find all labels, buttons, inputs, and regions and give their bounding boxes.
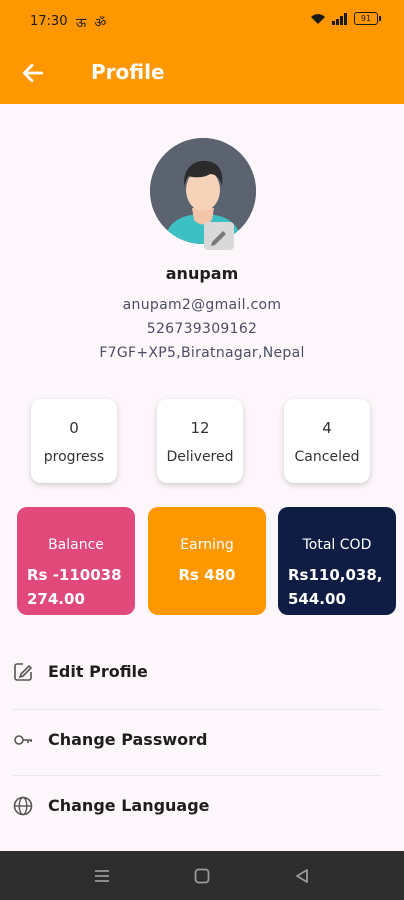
divider: [12, 775, 382, 776]
menu-icon[interactable]: [93, 867, 111, 885]
change-password-item[interactable]: Change Password: [0, 711, 404, 771]
menu-label: Change Language: [48, 796, 210, 815]
total-cod-card[interactable]: Total COD Rs110,038, 544.00: [278, 507, 396, 615]
back-triangle-icon[interactable]: [293, 867, 311, 885]
earning-value: Rs 480: [178, 566, 236, 584]
key-icon: [14, 735, 32, 745]
divider: [12, 709, 382, 710]
stat-value: 0: [69, 419, 79, 437]
home-square-icon[interactable]: [193, 867, 211, 885]
status-time: 17:30: [30, 14, 68, 29]
signal-icon: [332, 12, 347, 25]
profile-name: anupam: [165, 264, 239, 283]
profile-address: F7GF+XP5,Biratnagar,Nepal: [99, 345, 305, 361]
menu-label: Edit Profile: [48, 662, 148, 681]
stat-canceled[interactable]: 4 Canceled: [284, 399, 370, 483]
profile-phone: 526739309162: [146, 321, 258, 337]
battery-icon: 91: [354, 12, 381, 25]
balance-value: Rs -110038 274.00: [27, 566, 122, 608]
page-title: Profile: [91, 60, 165, 84]
stat-label: Delivered: [166, 449, 234, 465]
stat-label: progress: [43, 449, 105, 465]
stat-delivered[interactable]: 12 Delivered: [157, 399, 243, 483]
system-nav-bar: [0, 851, 404, 900]
profile-email: anupam2@gmail.com: [122, 297, 282, 313]
avatar[interactable]: [150, 138, 256, 244]
total-cod-title: Total COD: [302, 537, 372, 553]
earning-card[interactable]: Earning Rs 480: [148, 507, 266, 615]
arrow-left-icon[interactable]: [20, 60, 46, 86]
edit-profile-item[interactable]: Edit Profile: [0, 643, 404, 703]
edit-icon: [14, 663, 33, 681]
stat-progress[interactable]: 0 progress: [31, 399, 117, 483]
status-icons: 91: [310, 12, 381, 25]
app-bar: Profile: [0, 44, 404, 104]
stat-value: 12: [190, 419, 210, 437]
stat-value: 4: [322, 419, 332, 437]
status-bar: 17:30 ऊ ॐ 91: [0, 0, 404, 44]
earning-title: Earning: [180, 537, 234, 553]
globe-icon: [13, 796, 33, 816]
balance-title: Balance: [48, 537, 104, 553]
notification-icons: ऊ ॐ: [76, 16, 109, 31]
wifi-icon: [311, 13, 325, 24]
person-icon: [150, 138, 256, 244]
menu-label: Change Password: [48, 730, 208, 749]
total-cod-value: Rs110,038, 544.00: [288, 566, 383, 608]
edit-avatar-icon[interactable]: [204, 222, 234, 250]
stat-label: Canceled: [294, 449, 360, 465]
balance-card[interactable]: Balance Rs -110038 274.00: [17, 507, 135, 615]
change-language-item[interactable]: Change Language: [0, 777, 404, 837]
